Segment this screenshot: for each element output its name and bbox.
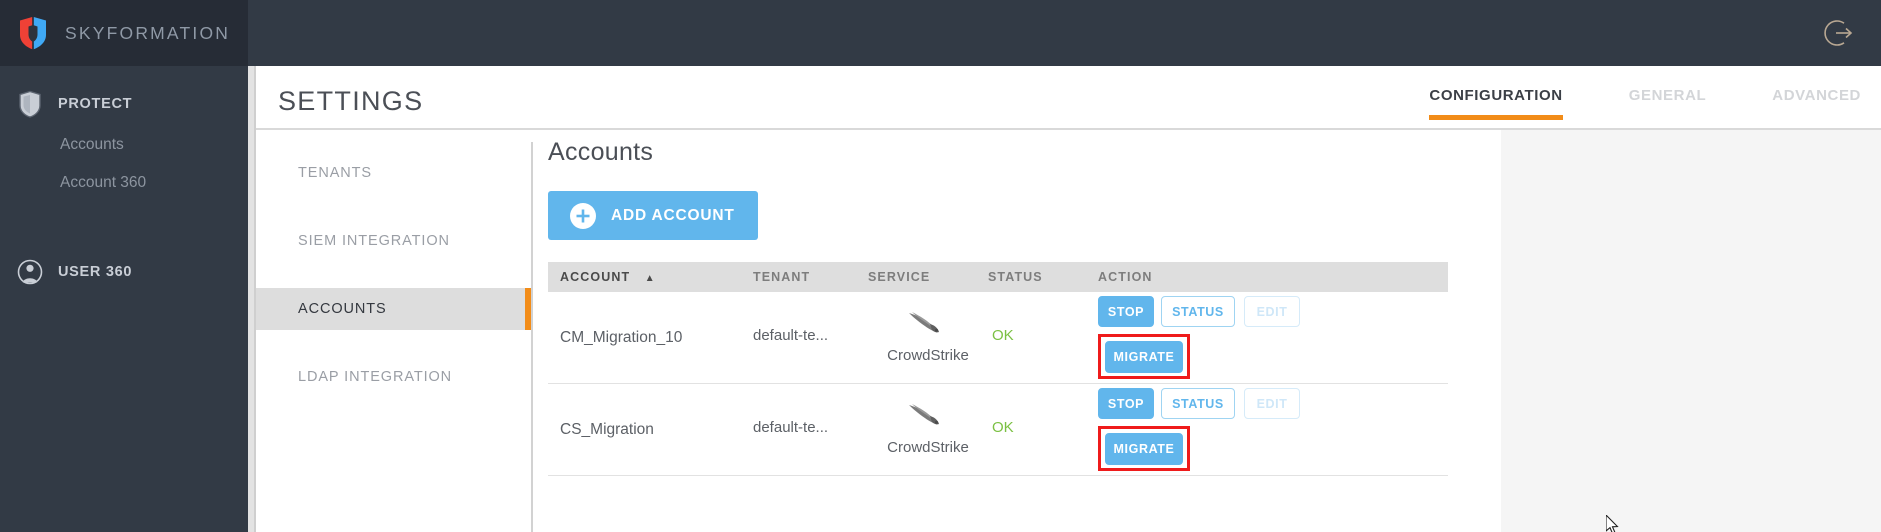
cell-service: CrowdStrike (868, 311, 988, 364)
cell-account: CS_Migration (560, 420, 654, 438)
subnav-item-ldap-integration[interactable]: LDAP INTEGRATION (256, 356, 531, 398)
settings-subnav: TENANTS SIEM INTEGRATION ACCOUNTS LDAP I… (256, 130, 531, 398)
migrate-highlight-box: MIGRATE (1098, 426, 1190, 471)
accounts-title: Accounts (548, 138, 654, 166)
table-row[interactable]: CM_Migration_10 default-te... CrowdStrik… (548, 292, 1448, 384)
subnav-item-accounts[interactable]: ACCOUNTS (256, 288, 531, 330)
sidebar-item-user-360[interactable]: USER 360 (0, 250, 248, 294)
migrate-highlight-box: MIGRATE (1098, 334, 1190, 379)
user-circle-icon (17, 258, 43, 286)
tab-general[interactable]: GENERAL (1629, 87, 1707, 120)
shield-icon (17, 90, 43, 118)
cell-tenant: default-te... (753, 419, 829, 436)
cell-service: CrowdStrike (868, 403, 988, 456)
shield-logo-icon (18, 16, 48, 50)
cell-tenant: default-te... (753, 327, 829, 344)
app-root: SKYFORMATION PROTECT Accounts Account 36… (0, 0, 1881, 532)
column-header-service[interactable]: SERVICE (868, 270, 988, 284)
sidebar-item-protect-label: PROTECT (58, 96, 133, 112)
table-header-row: ACCOUNT ▲ TENANT SERVICE STATUS ACTION (548, 262, 1448, 292)
accounts-panel: Accounts ADD ACCOUNT ACCOUNT ▲ TENANT SE… (548, 130, 1501, 476)
subnav-item-tenants[interactable]: TENANTS (256, 152, 531, 194)
crowdstrike-falcon-icon (908, 403, 948, 429)
column-header-tenant[interactable]: TENANT (753, 270, 868, 284)
status-button[interactable]: STATUS (1161, 388, 1235, 419)
cell-action: STOP STATUS EDIT MIGRATE (1098, 388, 1438, 471)
column-header-action: ACTION (1098, 270, 1153, 284)
mouse-cursor (1605, 513, 1620, 532)
sidebar-section-user360: USER 360 (0, 250, 248, 294)
status-badge: OK (992, 419, 1014, 436)
column-header-status[interactable]: STATUS (988, 270, 1098, 284)
page-title: SETTINGS (278, 86, 424, 116)
brand[interactable]: SKYFORMATION (0, 0, 248, 66)
cell-account: CM_Migration_10 (560, 328, 683, 346)
action-button-row: STOP STATUS EDIT (1098, 388, 1438, 419)
stop-button[interactable]: STOP (1098, 388, 1154, 419)
settings-header: SETTINGS CONFIGURATION GENERAL ADVANCED (256, 66, 1881, 128)
add-account-label: ADD ACCOUNT (611, 206, 735, 224)
accounts-table: ACCOUNT ▲ TENANT SERVICE STATUS ACTION C… (548, 262, 1448, 476)
column-header-account-label: ACCOUNT (560, 270, 631, 284)
stop-button[interactable]: STOP (1098, 296, 1154, 327)
tab-advanced[interactable]: ADVANCED (1772, 87, 1861, 120)
settings-card: TENANTS SIEM INTEGRATION ACCOUNTS LDAP I… (256, 130, 1501, 532)
sidebar-item-account-360[interactable]: Account 360 (0, 164, 248, 202)
service-name: CrowdStrike (887, 439, 969, 456)
cell-action: STOP STATUS EDIT MIGRATE (1098, 296, 1438, 379)
status-button[interactable]: STATUS (1161, 296, 1235, 327)
service-name: CrowdStrike (887, 347, 969, 364)
edit-button[interactable]: EDIT (1244, 296, 1300, 327)
table-row[interactable]: CS_Migration default-te... CrowdStrike O… (548, 384, 1448, 476)
content-area: TENANTS SIEM INTEGRATION ACCOUNTS LDAP I… (256, 130, 1881, 532)
logout-icon[interactable] (1822, 17, 1854, 49)
sidebar-section-protect: PROTECT Accounts Account 360 (0, 82, 248, 202)
tab-configuration[interactable]: CONFIGURATION (1429, 87, 1564, 120)
action-button-row: STOP STATUS EDIT (1098, 296, 1438, 327)
subnav-divider (531, 142, 533, 532)
topbar (248, 0, 1881, 66)
crowdstrike-falcon-icon (908, 311, 948, 337)
brand-name: SKYFORMATION (65, 22, 231, 43)
status-badge: OK (992, 327, 1014, 344)
add-account-button[interactable]: ADD ACCOUNT (548, 191, 758, 240)
sort-ascending-icon: ▲ (644, 273, 656, 284)
migrate-button[interactable]: MIGRATE (1105, 432, 1183, 465)
tab-bar: CONFIGURATION GENERAL ADVANCED (1363, 87, 1861, 120)
sidebar-item-user-360-label: USER 360 (58, 264, 133, 280)
column-header-account[interactable]: ACCOUNT ▲ (548, 270, 753, 284)
sidebar-item-protect[interactable]: PROTECT (0, 82, 248, 126)
subnav-item-siem-integration[interactable]: SIEM INTEGRATION (256, 220, 531, 262)
migrate-button[interactable]: MIGRATE (1105, 340, 1183, 373)
edit-button[interactable]: EDIT (1244, 388, 1300, 419)
plus-circle-icon (570, 202, 596, 229)
sidebar-item-accounts[interactable]: Accounts (0, 126, 248, 164)
sidebar: SKYFORMATION PROTECT Accounts Account 36… (0, 0, 248, 532)
